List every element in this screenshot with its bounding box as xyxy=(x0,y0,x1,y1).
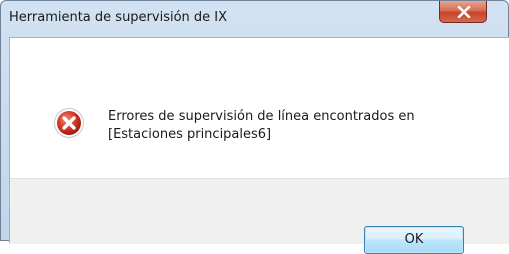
window-title: Herramienta de supervisión de IX xyxy=(9,10,228,25)
close-button[interactable] xyxy=(439,1,487,23)
message-text: Errores de supervisión de línea encontra… xyxy=(108,108,415,144)
ok-button[interactable]: OK xyxy=(364,226,464,254)
button-bar: OK xyxy=(10,178,509,254)
message-area: Errores de supervisión de línea encontra… xyxy=(10,38,509,178)
message-line-2: [Estaciones principales6] xyxy=(108,127,272,142)
message-line-1: Errores de supervisión de línea encontra… xyxy=(108,109,415,124)
dialog-window: Herramienta de supervisión de IX Errores… xyxy=(0,0,509,254)
error-icon xyxy=(54,108,84,138)
close-icon xyxy=(457,6,471,18)
dialog-client-area: Errores de supervisión de línea encontra… xyxy=(9,37,509,254)
